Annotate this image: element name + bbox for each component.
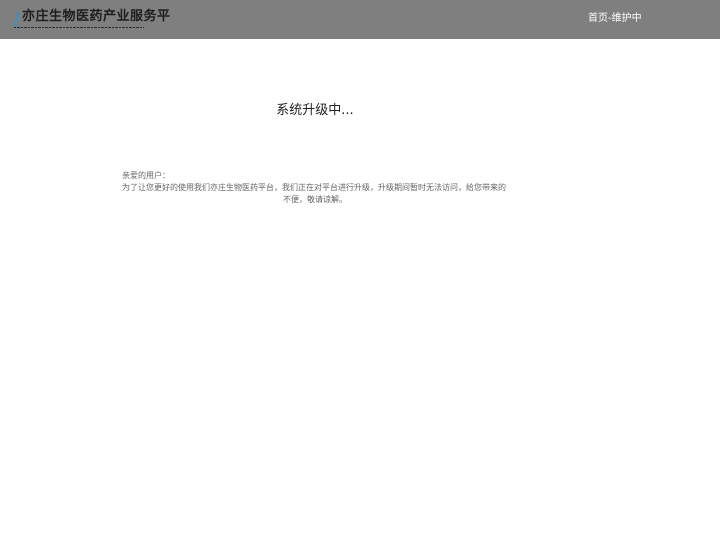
page-title: 系统升级中... xyxy=(276,103,354,118)
top-bar: 亦庄生物医药产业服务平 首页-维护中 xyxy=(0,0,720,39)
breadcrumb-home-link[interactable]: 首页 xyxy=(588,13,608,24)
site-logo[interactable]: 亦庄生物医药产业服务平 xyxy=(14,9,170,31)
notice-message-line: 为了让您更好的使用我们亦庄生物医药平台，我们正在对平台进行升级，升级期间暂时无法… xyxy=(122,183,506,192)
logo-text: 亦庄生物医药产业服务平 xyxy=(22,9,171,24)
breadcrumb-current: 维护中 xyxy=(611,13,642,24)
breadcrumb: 首页-维护中 xyxy=(588,12,642,26)
maintenance-notice: 亲爱的用户： 为了让您更好的使用我们亦庄生物医药平台，我们正在对平台进行升级，升… xyxy=(122,170,508,206)
logo-subtitle-graphic xyxy=(14,27,144,28)
notice-message-line: 不便，敬请谅解。 xyxy=(283,195,347,204)
notice-greeting: 亲爱的用户： xyxy=(122,171,170,180)
